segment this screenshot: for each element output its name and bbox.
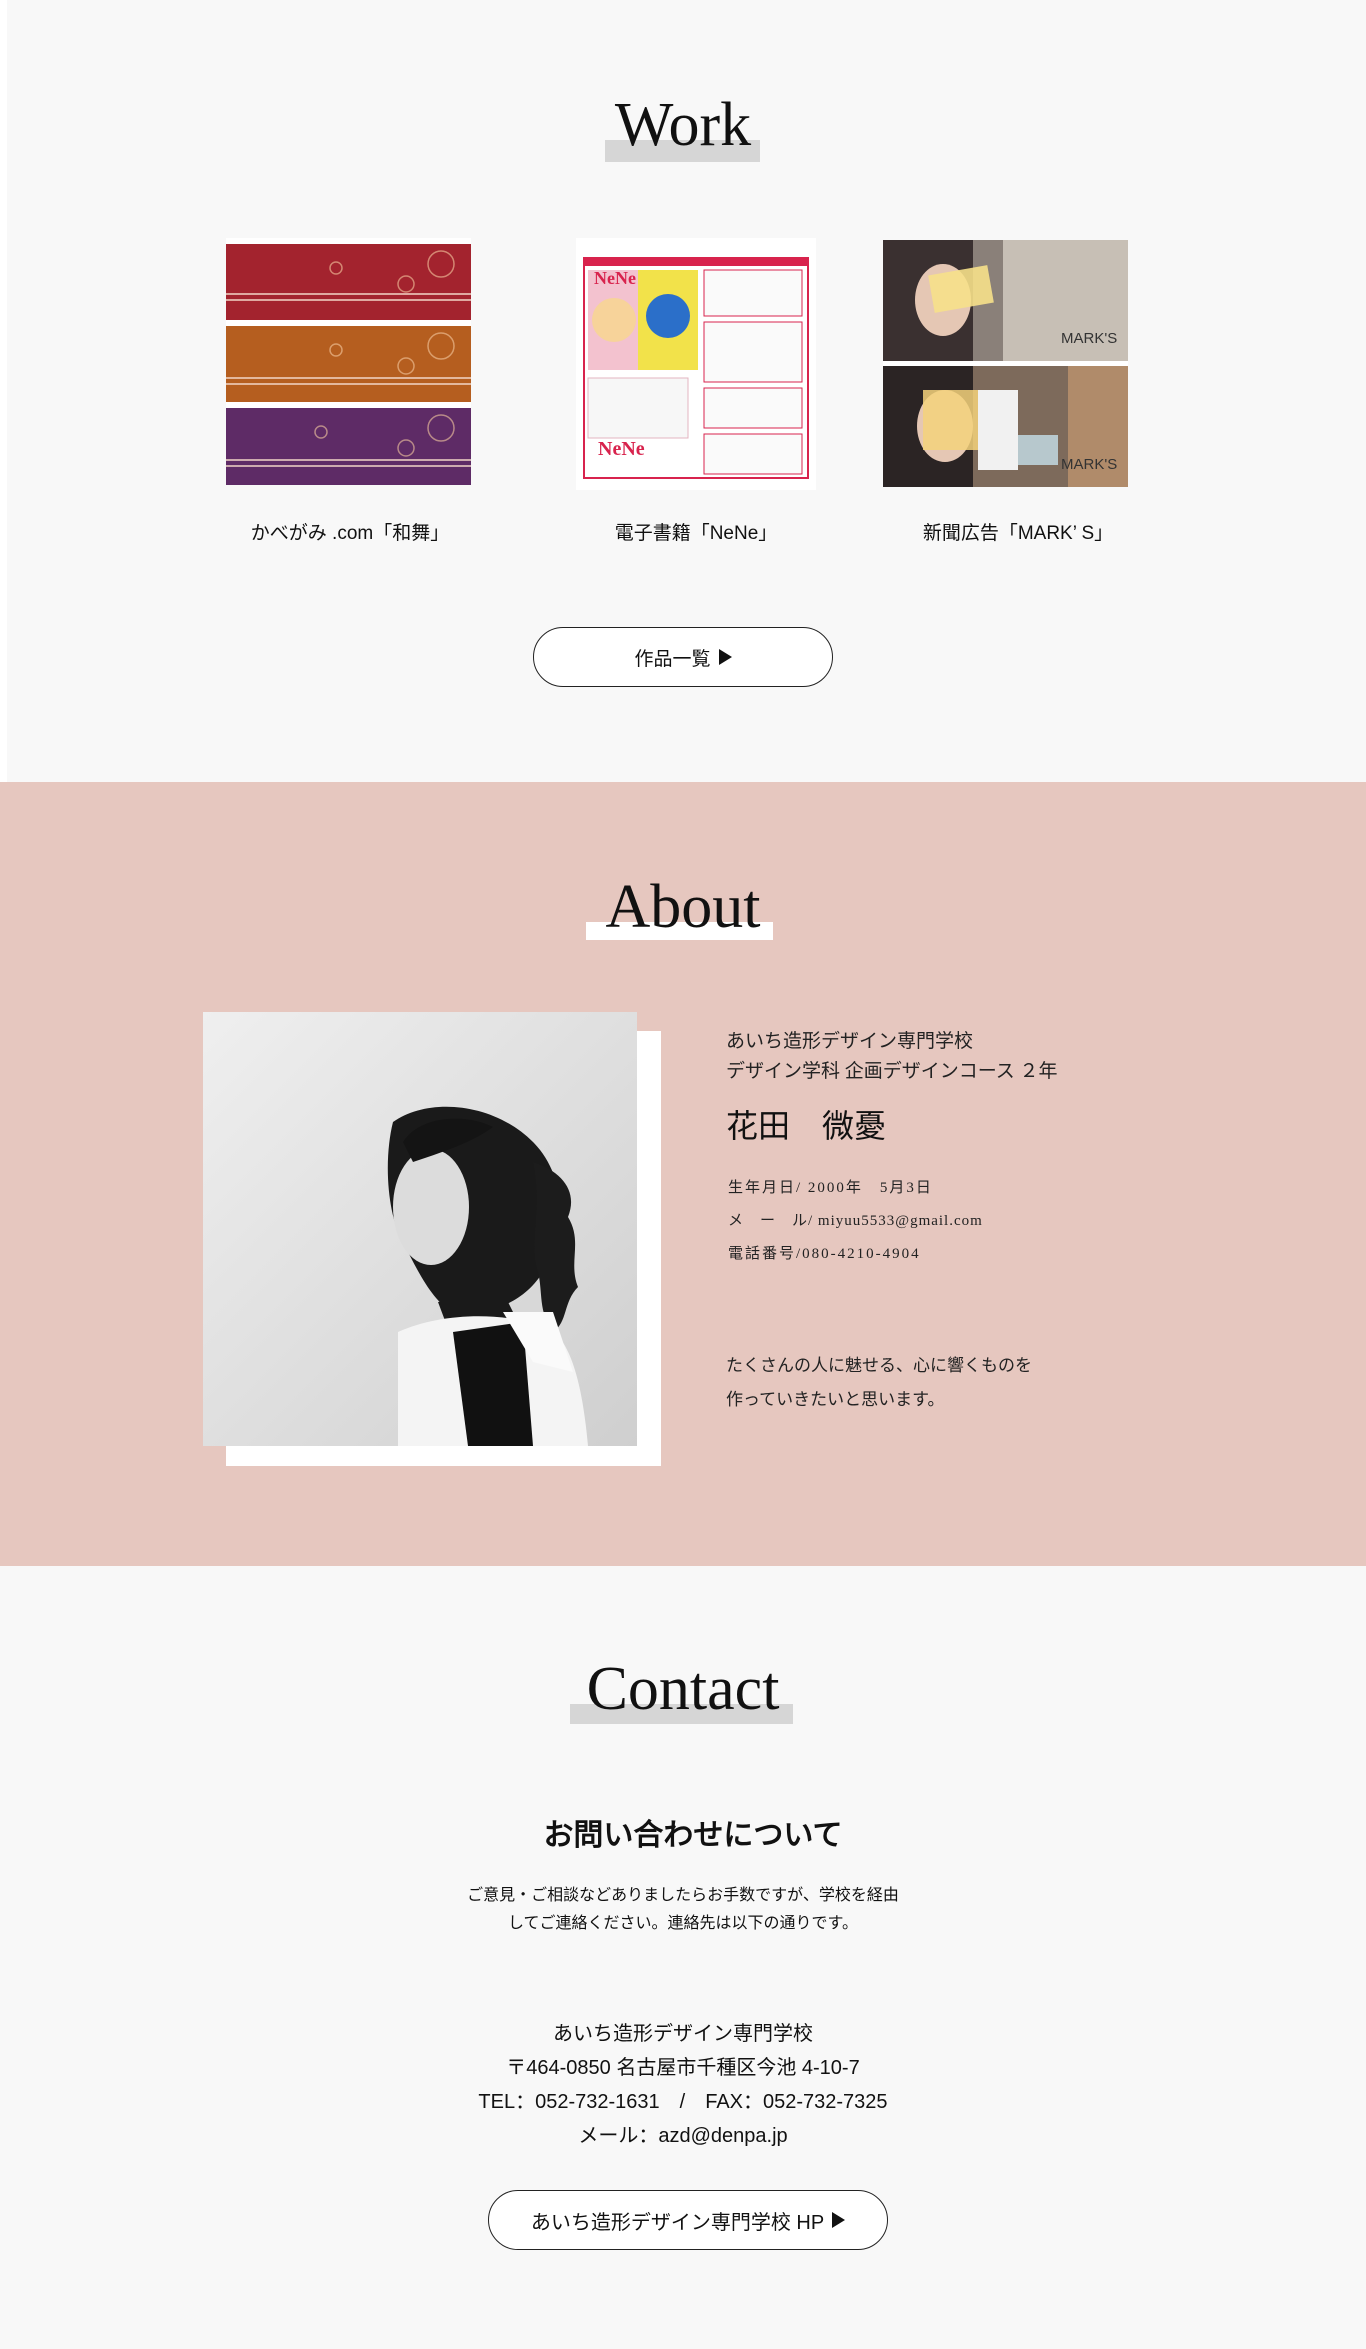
contact-note-line1: ご意見・ご相談などありましたらお手数ですが、学校を経由 bbox=[467, 1887, 899, 1904]
contact-note-line2: してご連絡ください。連絡先は以下の通りです。 bbox=[508, 1915, 858, 1932]
works-list-button[interactable]: 作品一覧 bbox=[533, 627, 833, 687]
work-heading: Work bbox=[0, 94, 1366, 162]
about-heading: About bbox=[0, 876, 1366, 940]
contact-subheading: お問い合わせについて bbox=[543, 1819, 843, 1852]
play-triangle-icon bbox=[718, 649, 732, 665]
about-department: デザイン学科 企画デザインコース ２年 bbox=[726, 1061, 1058, 1082]
work-caption-wamai[interactable]: かべがみ .com「和舞」 bbox=[180, 518, 520, 545]
about-email: メ ー ル/ miyuu5533@gmail.com bbox=[728, 1213, 983, 1229]
about-message-line1: たくさんの人に魅せる、心に響くものを bbox=[726, 1356, 1032, 1375]
work-thumb-nene[interactable]: NeNe NeNe bbox=[576, 238, 816, 490]
contact-tel-fax: TEL：052-732-1631 / FAX：052-732-7325 bbox=[478, 2091, 888, 2113]
marks-ad-image bbox=[883, 240, 1128, 487]
work-thumb-wamai[interactable] bbox=[226, 238, 471, 485]
contact-school: あいち造形デザイン専門学校 bbox=[553, 2023, 813, 2045]
about-message-line2: 作っていきたいと思います。 bbox=[726, 1390, 945, 1409]
work-thumb-marks[interactable]: MARK'S MARK'S bbox=[883, 240, 1128, 487]
play-triangle-icon bbox=[832, 2212, 846, 2228]
contact-address: 〒464-0850 名古屋市千種区今池 4-10-7 bbox=[506, 2057, 860, 2079]
profile-photo-image bbox=[203, 1012, 637, 1446]
school-homepage-button[interactable]: あいち造形デザイン専門学校 HP bbox=[488, 2190, 888, 2250]
about-school: あいち造形デザイン専門学校 bbox=[726, 1031, 974, 1052]
about-birthday: 生年月日/ 2000年 5月3日 bbox=[728, 1180, 933, 1196]
about-phone: 電話番号/080-4210-4904 bbox=[728, 1246, 921, 1262]
nene-logo-bottom: NeNe bbox=[598, 438, 645, 460]
wamai-wallpaper-image bbox=[226, 238, 471, 485]
profile-photo bbox=[203, 1012, 637, 1446]
marks-logo-bottom: MARK'S bbox=[1061, 456, 1118, 473]
contact-mail[interactable]: メール：azd@denpa.jp bbox=[0, 2119, 1366, 2153]
about-name: 花田 微憂 bbox=[726, 1108, 887, 1144]
work-caption-nene[interactable]: 電子書籍「NeNe」 bbox=[526, 518, 866, 545]
work-caption-marks[interactable]: 新聞広告「MARK’ S」 bbox=[848, 518, 1188, 545]
marks-logo-top: MARK'S bbox=[1061, 330, 1118, 347]
nene-logo-top: NeNe bbox=[594, 268, 636, 288]
contact-heading: Contact bbox=[0, 1658, 1366, 1724]
